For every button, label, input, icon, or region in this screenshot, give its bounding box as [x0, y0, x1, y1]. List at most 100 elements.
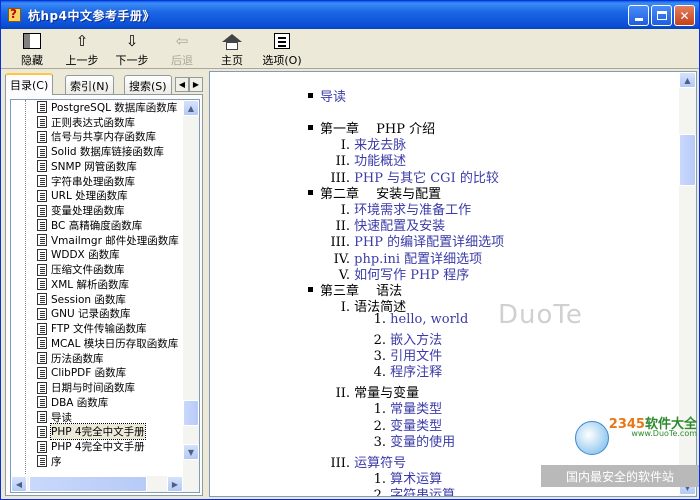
close-icon: ✕	[679, 8, 690, 23]
tree-item[interactable]: 日期与时间函数库	[37, 380, 185, 395]
item-entry[interactable]: 3. 变量的使用	[366, 431, 456, 450]
home-button[interactable]: 主页	[207, 29, 257, 69]
page-icon	[37, 204, 47, 217]
tab-scroll-right-button[interactable]: ▶	[189, 77, 203, 92]
item-number: 1.	[373, 312, 386, 328]
tree-horizontal-scrollbar[interactable]: ◀ ▶	[11, 476, 199, 492]
next-button[interactable]: ⇩ 下一步	[107, 29, 157, 69]
tree-item[interactable]: GNU 记录函数库	[37, 307, 185, 322]
tab-search[interactable]: 搜索(S)	[124, 75, 172, 94]
content-scroll-up-button[interactable]: ▲	[679, 72, 696, 88]
page-icon	[37, 337, 47, 350]
tree-scroll-left-button[interactable]: ◀	[11, 476, 27, 492]
tree-item[interactable]: 序	[37, 454, 185, 469]
tab-index[interactable]: 索引(N)	[65, 75, 114, 94]
tree-scroll-right-button[interactable]: ▶	[167, 476, 183, 492]
tree-item[interactable]: Solid 数据库链接函数库	[37, 144, 185, 159]
tree-item-label: PostgreSQL 数据库函数库	[51, 101, 178, 114]
tree-item-label: 日期与时间函数库	[51, 382, 135, 395]
item-entry[interactable]: 1. hello, world	[366, 312, 469, 328]
tree-list: PostgreSQL 数据库函数库 正则表达式函数库 信号与共享内存函数库 Solid…	[11, 100, 185, 469]
item-entry[interactable]: 2. 字符串运算	[366, 484, 456, 496]
page-icon	[37, 175, 47, 188]
page-icon	[37, 440, 47, 453]
tree-item[interactable]: URL 处理函数库	[37, 189, 185, 204]
minimize-icon	[634, 18, 643, 21]
tree-item[interactable]: 正则表达式函数库	[37, 115, 185, 130]
tree-item-label: 导读	[51, 411, 72, 424]
tab-contents[interactable]: 目录(C)	[5, 73, 54, 95]
arrow-up-icon: ⇧	[75, 32, 89, 50]
help-book-icon: ?	[7, 7, 23, 23]
tree-item[interactable]: PHP 4完全中文手册	[37, 439, 185, 454]
tab-scroll-left-button[interactable]: ◀	[175, 77, 189, 92]
tree-item-label: 历法函数库	[51, 352, 104, 365]
tree-item-label: PHP 4完全中文手册	[50, 423, 146, 441]
tree-item[interactable]: MCAL 模块日历存取函数库	[37, 336, 185, 351]
tree-item[interactable]: WDDX 函数库	[37, 248, 185, 263]
toc-link[interactable]: hello, world	[390, 312, 468, 327]
page-icon	[37, 366, 47, 379]
back-button[interactable]: ⇦ 后退	[157, 29, 207, 69]
triangle-left-icon: ◀	[15, 479, 23, 489]
tree-item[interactable]: Vmailmgr 邮件处理函数库	[37, 233, 185, 248]
bullet-mark	[308, 189, 313, 195]
tree-item[interactable]: DBA 函数库	[37, 395, 185, 410]
tree-item[interactable]: 字符串处理函数库	[37, 174, 185, 189]
tree-item[interactable]: SNMP 网管函数库	[37, 159, 185, 174]
toc-link[interactable]: 变量的使用	[390, 435, 455, 450]
outline-number: I.	[340, 300, 350, 316]
tree-item[interactable]: ClibPDF 函数库	[37, 366, 185, 381]
tree-item[interactable]: FTP 文件传输函数库	[37, 321, 185, 336]
previous-button[interactable]: ⇧ 上一步	[57, 29, 107, 69]
tree-scroll-up-button[interactable]: ▲	[183, 100, 199, 116]
minimize-button[interactable]	[628, 5, 649, 26]
tree-item-label: FTP 文件传输函数库	[51, 323, 147, 336]
tree-item[interactable]: PHP 4完全中文手册	[37, 423, 185, 441]
triangle-up-icon: ▲	[187, 103, 195, 113]
tree-vertical-scrollbar[interactable]: ▲ ▼	[183, 100, 199, 476]
item-entry[interactable]: 4. 程序注释	[366, 361, 443, 380]
close-button[interactable]: ✕	[674, 5, 695, 26]
tree-scroll-down-button[interactable]: ▼	[183, 444, 199, 460]
outline-number: III.	[330, 456, 350, 471]
tree-item[interactable]: 历法函数库	[37, 351, 185, 366]
options-button[interactable]: 选项(O)	[257, 29, 307, 69]
page-icon	[37, 455, 47, 468]
contents-tree: PostgreSQL 数据库函数库 正则表达式函数库 信号与共享内存函数库 Solid…	[10, 99, 200, 493]
tree-item[interactable]: PostgreSQL 数据库函数库	[37, 100, 185, 115]
bullet-mark	[308, 125, 313, 130]
previous-button-label: 上一步	[65, 54, 99, 67]
triangle-right-icon: ▶	[192, 80, 200, 89]
maximize-button[interactable]	[651, 5, 672, 26]
toc-link[interactable]: 导读	[320, 90, 346, 105]
tree-item-label: Solid 数据库链接函数库	[51, 146, 164, 159]
maximize-icon	[656, 11, 667, 20]
tree-item[interactable]: 压缩文件函数库	[37, 262, 185, 277]
title-bar[interactable]: ? 杭hp4中文参考手册》 ✕	[1, 1, 699, 29]
arrow-down-icon: ⇩	[125, 32, 139, 50]
hide-button[interactable]: 隐藏	[7, 29, 57, 69]
contents-pane: PostgreSQL 数据库函数库 正则表达式函数库 信号与共享内存函数库 Solid…	[5, 94, 203, 496]
options-icon	[274, 33, 290, 49]
page-icon	[37, 352, 47, 365]
toc-intro[interactable]: 导读	[320, 86, 346, 105]
content-scroll-thumb[interactable]	[679, 134, 696, 186]
page-icon	[37, 160, 47, 173]
tree-scroll-thumb[interactable]	[183, 400, 199, 426]
tree-item-label: 压缩文件函数库	[51, 264, 125, 277]
tree-item[interactable]: 变量处理函数库	[37, 203, 185, 218]
triangle-down-icon: ▼	[187, 447, 195, 457]
tree-item[interactable]: XML 解析函数库	[37, 277, 185, 292]
page-icon	[37, 145, 47, 158]
nav-tabs: 目录(C) 索引(N) 搜索(S) ◀ ▶	[5, 73, 203, 95]
tree-item[interactable]: Session 函数库	[37, 292, 185, 307]
toc-link[interactable]: 程序注释	[390, 365, 442, 380]
tree-hscroll-thumb[interactable]	[29, 476, 147, 492]
page-icon	[37, 130, 47, 143]
tree-item[interactable]: 导读	[37, 410, 185, 425]
tree-item[interactable]: BC 高精确度函数库	[37, 218, 185, 233]
tree-item[interactable]: 信号与共享内存函数库	[37, 130, 185, 145]
toc-link[interactable]: 字符串运算	[390, 488, 455, 496]
tree-item-label: URL 处理函数库	[51, 190, 128, 203]
